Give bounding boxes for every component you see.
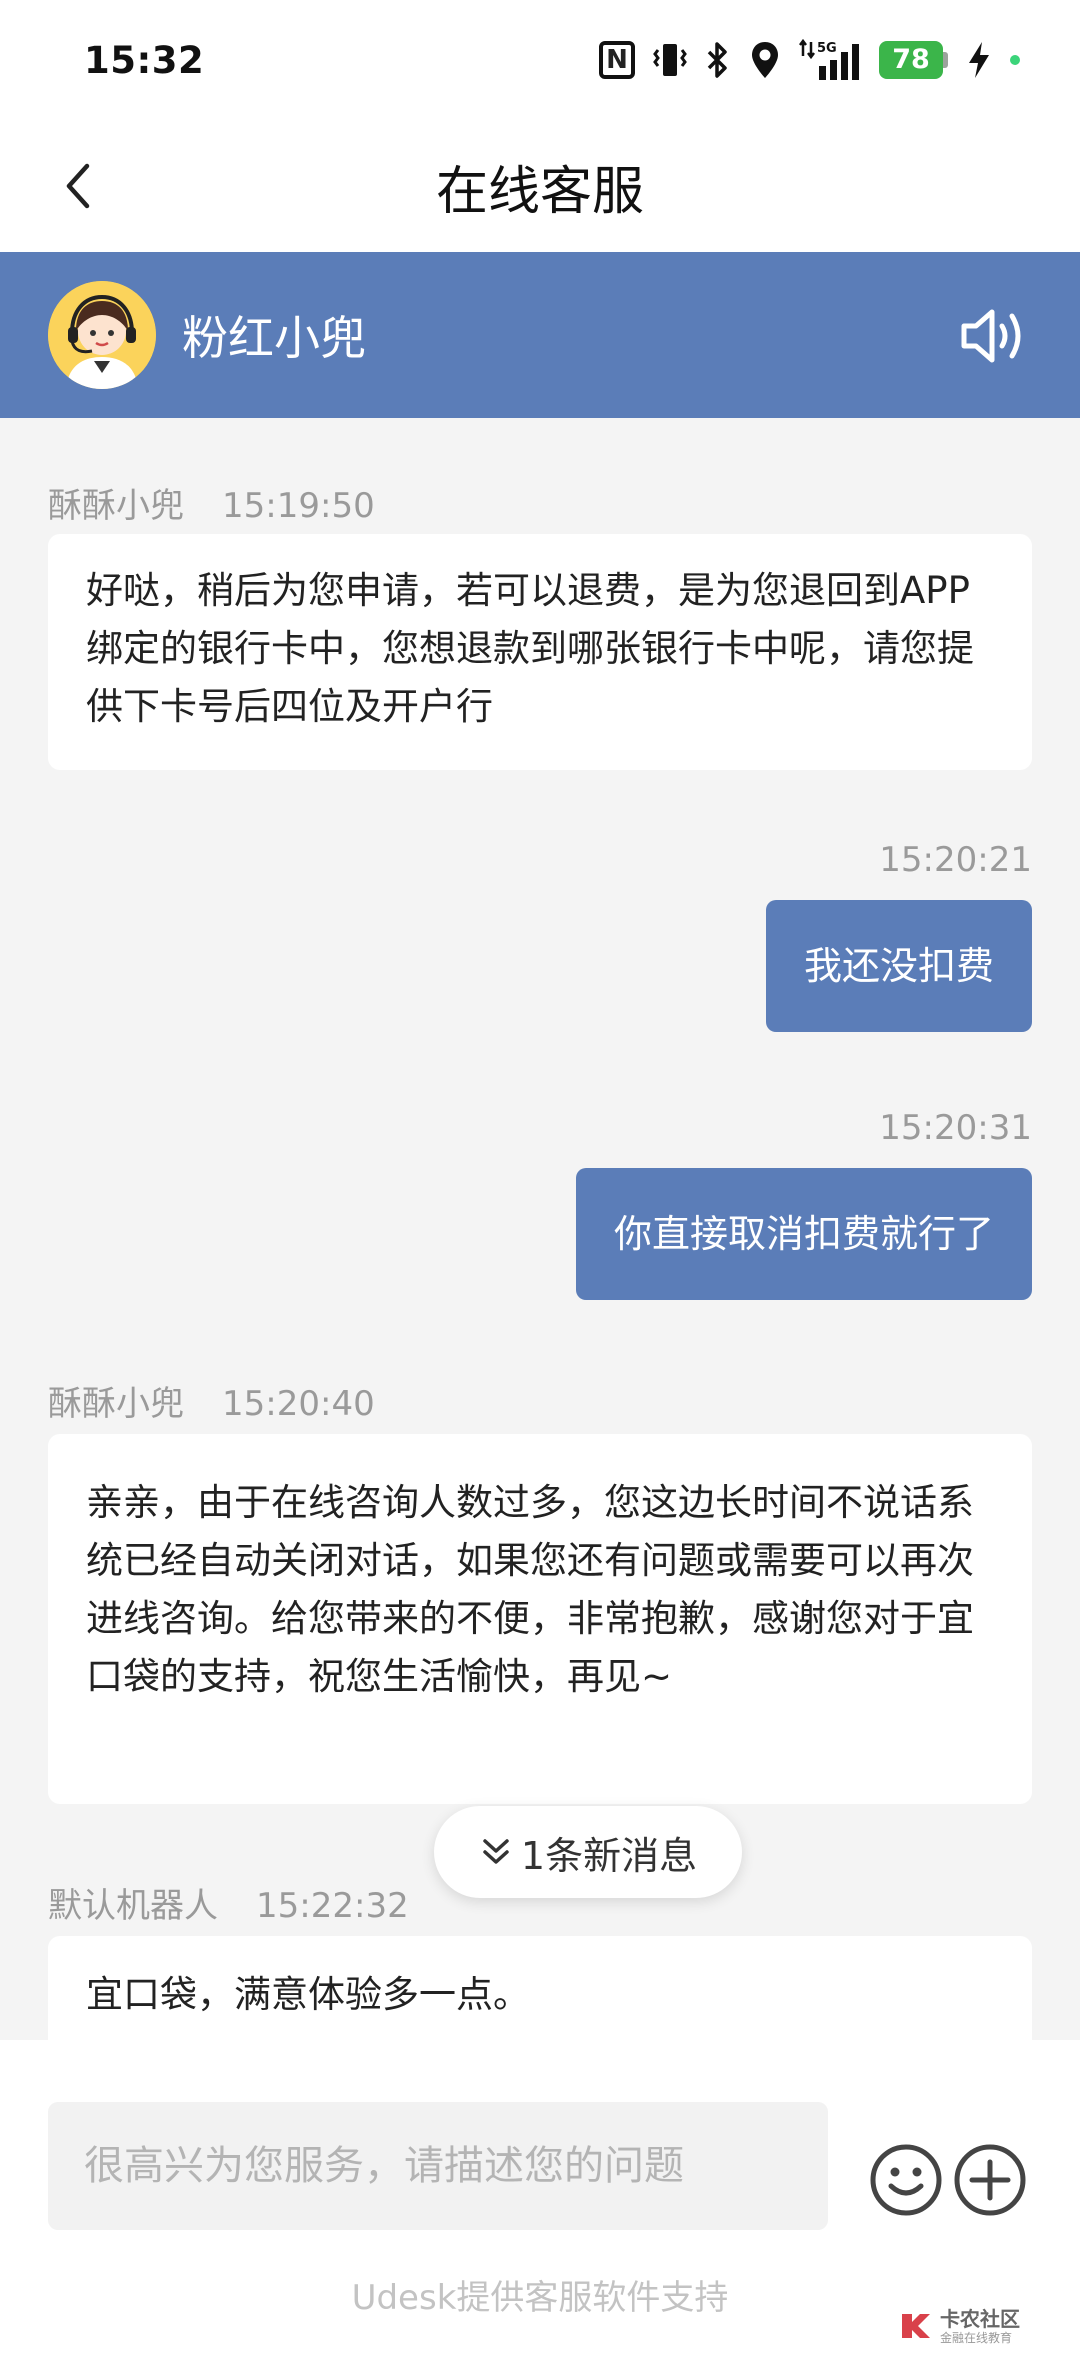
signal-icon: 5G — [799, 38, 861, 82]
agent-name: 粉红小兜 — [182, 311, 366, 365]
message-input[interactable] — [48, 2102, 828, 2230]
new-message-label: 1条新消息 — [520, 1833, 698, 1878]
message-meta: 酥酥小兜 15:19:50 — [48, 478, 375, 527]
location-icon — [749, 38, 781, 82]
speaker-icon — [961, 309, 1021, 363]
watermark-sub-text: 金融在线教育 — [940, 2330, 1013, 2345]
message-time: 15:20:31 — [879, 1108, 1032, 1148]
watermark-icon — [902, 2314, 930, 2338]
message-time: 15:22:32 — [256, 1886, 409, 1926]
top-nav: 在线客服 — [0, 120, 1080, 252]
privacy-indicator-dot — [1010, 55, 1020, 65]
new-message-indicator[interactable]: 1条新消息 — [434, 1806, 742, 1898]
emoji-icon — [870, 2144, 942, 2216]
watermark-main-text: 卡农社区 — [940, 2306, 1020, 2331]
battery-cap — [943, 52, 948, 68]
message-meta: 默认机器人 15:22:32 — [48, 1878, 409, 1927]
chat-message-list[interactable]: 酥酥小兜 15:19:50 好哒，稍后为您申请，若可以退费，是为您退回到APP 绑… — [0, 418, 1080, 2040]
message-sender: 默认机器人 — [48, 1886, 218, 1926]
status-icons: N 5G 78 — [599, 38, 1020, 82]
chat-screen: 15:32 N 5G 78 在线客服 粉红小兜 酥酥小兜 15:19:50 好哒… — [0, 0, 1080, 2374]
nfc-icon: N — [599, 38, 635, 82]
status-time: 15:32 — [84, 38, 205, 82]
double-chevron-down-icon — [483, 1839, 509, 1864]
battery-icon: 78 — [879, 38, 948, 82]
agent-avatar-icon — [48, 281, 156, 389]
message-time: 15:20:40 — [222, 1384, 375, 1424]
message-bubble-agent: 宜口袋，满意体验多一点。 — [48, 1936, 1032, 2040]
message-bubble-user: 我还没扣费 — [765, 900, 1032, 1032]
message-bubble-agent: 亲亲，由于在线咨询人数过多，您这边长时间不说话系统已经自动关闭对话，如果您还有问… — [48, 1434, 1032, 1804]
plus-circle-icon — [954, 2144, 1026, 2216]
message-bubble-agent: 好哒，稍后为您申请，若可以退费，是为您退回到APP 绑定的银行卡中，您想退款到哪… — [48, 534, 1032, 770]
message-meta: 酥酥小兜 15:20:40 — [48, 1376, 375, 1425]
page-title: 在线客服 — [435, 161, 644, 222]
speaker-toggle-button[interactable] — [958, 300, 1030, 372]
nfc-label: N — [599, 41, 635, 79]
message-bubble-user: 你直接取消扣费就行了 — [575, 1168, 1032, 1300]
composer: Udesk提供客服软件支持 卡农社区 金融在线教育 — [0, 2040, 1080, 2374]
emoji-button[interactable] — [868, 2142, 944, 2218]
message-time: 15:20:21 — [879, 840, 1032, 880]
chevron-left-icon — [66, 163, 90, 209]
more-actions-button[interactable] — [952, 2142, 1028, 2218]
message-time: 15:19:50 — [222, 486, 375, 526]
back-button[interactable] — [48, 156, 108, 216]
watermark-logo: 卡农社区 金融在线教育 — [898, 2308, 1020, 2344]
bluetooth-icon — [705, 38, 731, 82]
message-sender: 酥酥小兜 — [48, 1384, 184, 1424]
agent-avatar — [48, 281, 156, 389]
status-bar: 15:32 N 5G 78 — [0, 0, 1080, 120]
network-label: 5G — [817, 41, 837, 56]
agent-header: 粉红小兜 — [0, 252, 1080, 418]
charging-icon — [966, 38, 992, 82]
vibrate-icon — [653, 38, 687, 82]
battery-level: 78 — [879, 41, 943, 79]
message-sender: 酥酥小兜 — [48, 486, 184, 526]
